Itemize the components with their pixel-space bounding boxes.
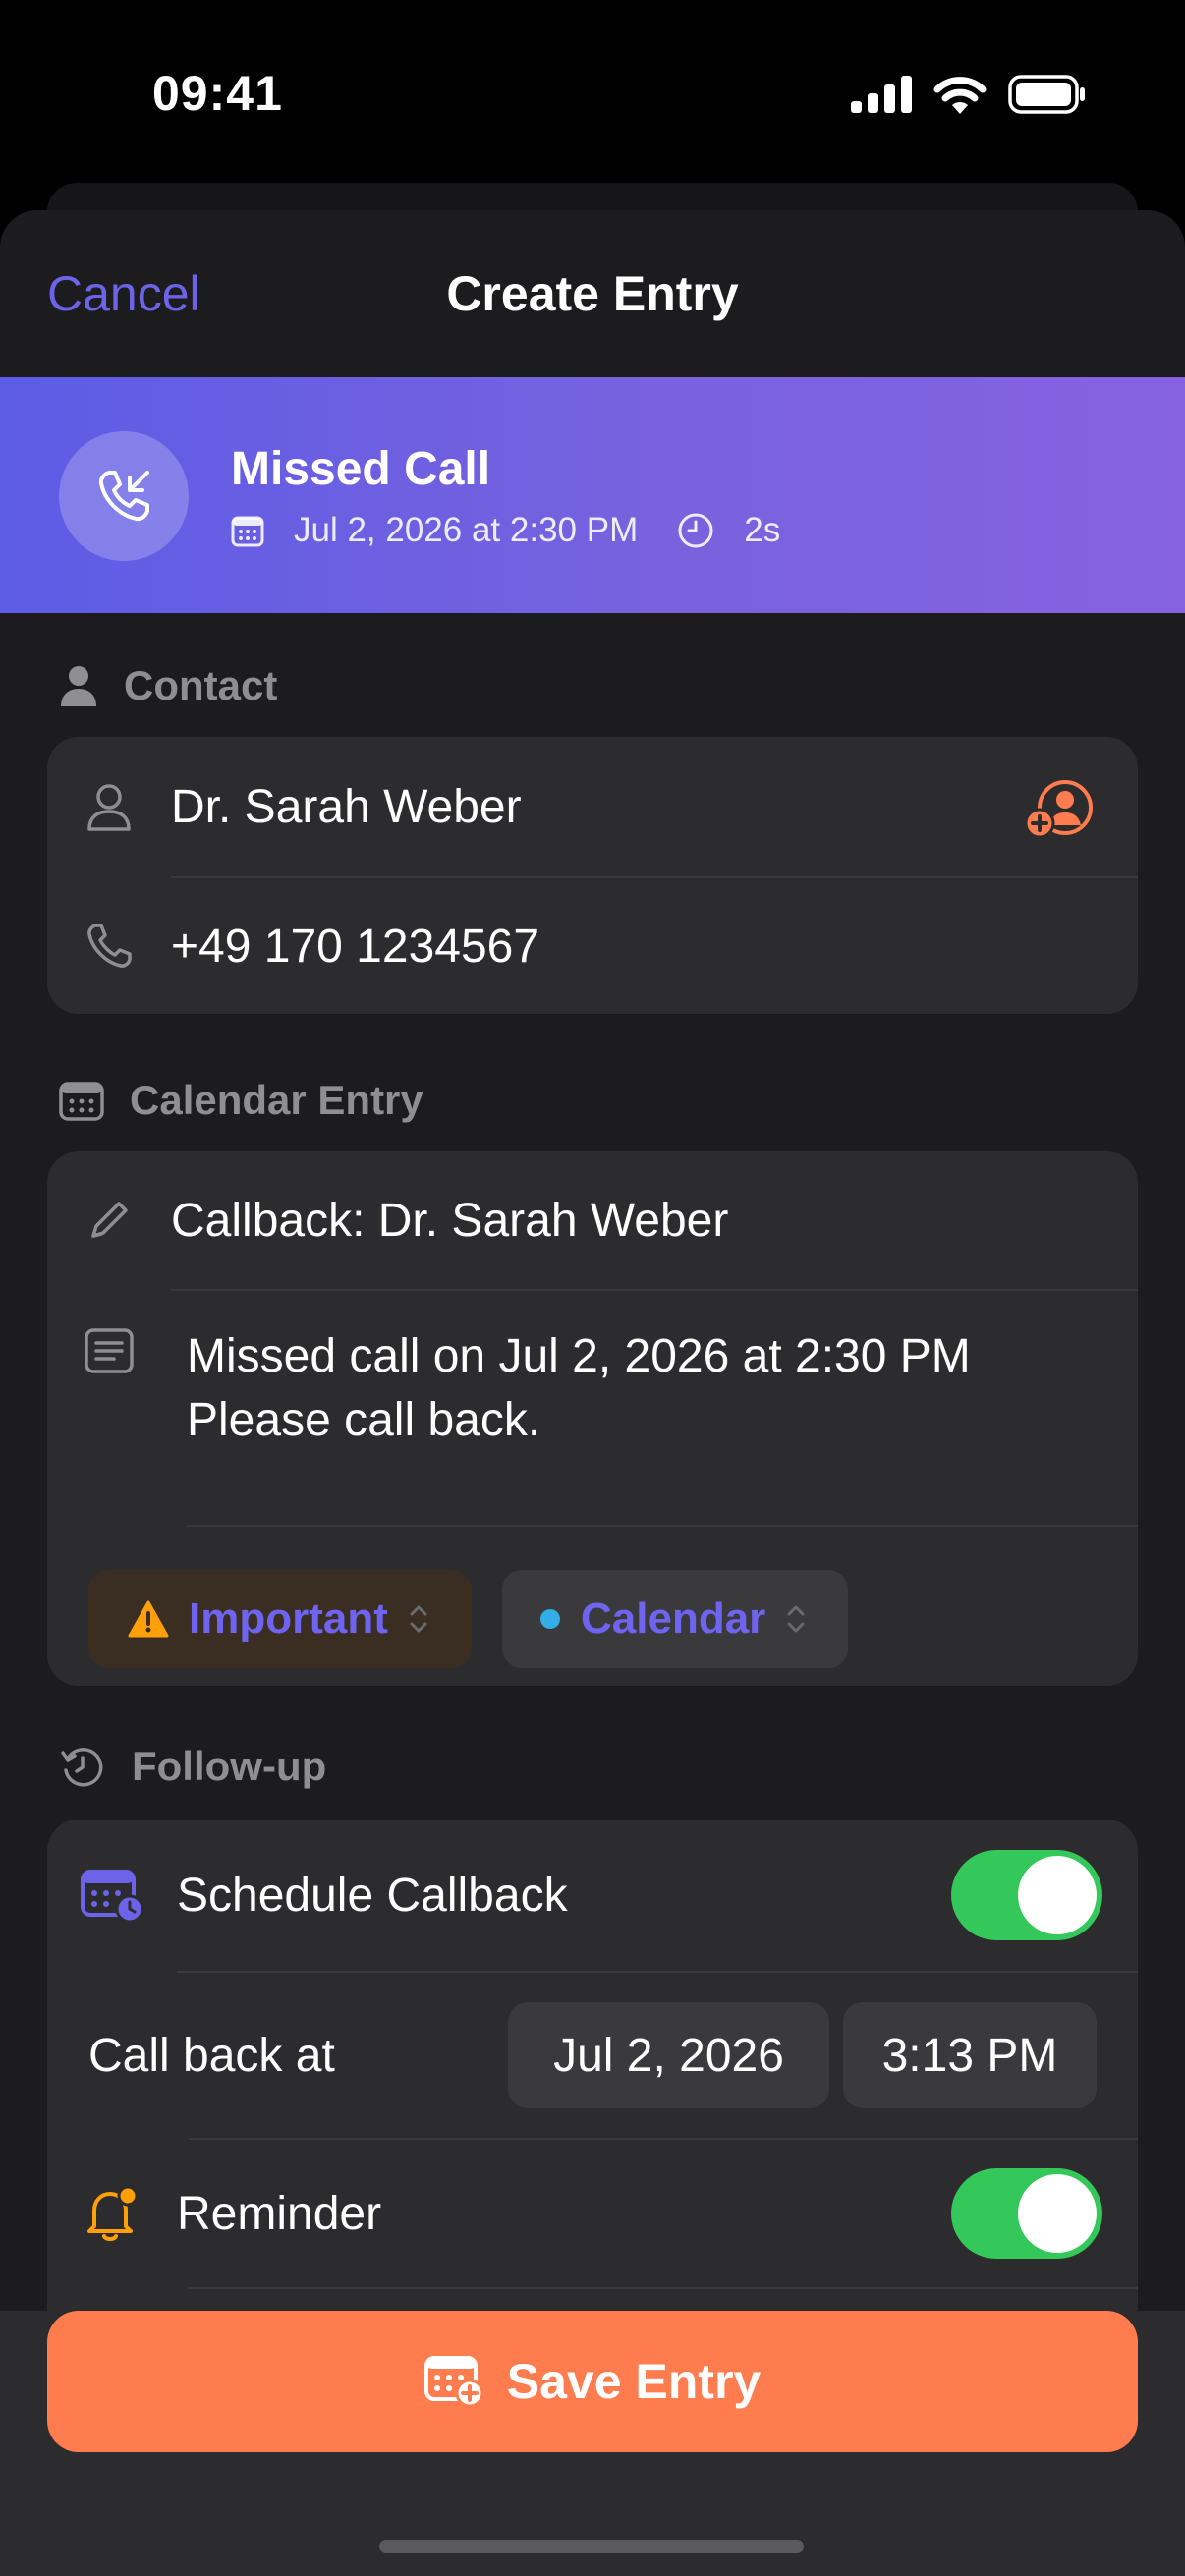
person-outline-icon	[87, 783, 131, 831]
create-entry-sheet: Cancel Create Entry Missed Call Jul 2, 2…	[0, 210, 1185, 2576]
divider	[189, 2287, 1138, 2289]
schedule-callback-toggle[interactable]	[951, 1850, 1102, 1940]
warning-icon	[128, 1600, 169, 1638]
callback-date-picker[interactable]: Jul 2, 2026	[508, 2002, 829, 2108]
status-icons	[851, 75, 1087, 114]
calendar-section-title: Calendar Entry	[130, 1077, 423, 1123]
entry-chips: Important Calendar	[47, 1570, 1138, 1668]
pencil-icon	[91, 1202, 128, 1238]
call-icon-badge	[59, 431, 189, 561]
call-banner: Missed Call Jul 2, 2026 at 2:30 PM 2s	[0, 377, 1185, 613]
contact-phone: +49 170 1234567	[171, 920, 540, 973]
followup-section-title: Follow-up	[132, 1743, 327, 1789]
priority-label: Important	[189, 1595, 388, 1643]
reminder-label: Reminder	[177, 2187, 382, 2240]
calendar-picker[interactable]: Calendar	[502, 1570, 848, 1668]
nav-bar: Cancel Create Entry	[0, 210, 1185, 377]
priority-picker[interactable]: Important	[88, 1570, 472, 1668]
bell-badge-icon	[87, 2185, 139, 2241]
entry-notes-field: Missed call on Jul 2, 2026 at 2:30 PM Pl…	[171, 1291, 971, 1452]
calendar-color-dot-icon	[540, 1609, 560, 1629]
status-time: 09:41	[152, 66, 283, 121]
home-indicator	[379, 2540, 804, 2553]
call-datetime: Jul 2, 2026 at 2:30 PM	[294, 511, 639, 549]
reminder-row: Reminder	[47, 2140, 1138, 2287]
contact-phone-row[interactable]: +49 170 1234567	[47, 878, 1138, 1014]
reminder-toggle[interactable]	[951, 2168, 1102, 2259]
calendar-section-header: Calendar Entry	[59, 1077, 423, 1124]
clock-icon	[678, 513, 713, 548]
calendar-label: Calendar	[581, 1595, 766, 1643]
chevron-updown-icon	[410, 1605, 427, 1633]
schedule-callback-row: Schedule Callback	[47, 1820, 1138, 1971]
incoming-call-icon	[98, 471, 149, 522]
notes-line-2: Please call back.	[187, 1394, 541, 1446]
page-title: Create Entry	[446, 266, 739, 321]
divider	[187, 1525, 1138, 1527]
schedule-callback-label: Schedule Callback	[177, 1869, 568, 1922]
contact-section-header: Contact	[59, 662, 277, 709]
add-contact-icon[interactable]	[1024, 778, 1095, 841]
entry-notes-row[interactable]: Missed call on Jul 2, 2026 at 2:30 PM Pl…	[47, 1291, 1138, 1525]
calendar-add-icon	[423, 2356, 484, 2408]
callback-time-picker[interactable]: 3:13 PM	[843, 2002, 1097, 2108]
history-icon	[61, 1748, 103, 1787]
note-icon	[85, 1328, 134, 1373]
contact-section-title: Contact	[124, 662, 278, 708]
battery-icon	[1008, 75, 1085, 114]
callback-at-row: Call back at Jul 2, 2026 3:13 PM	[47, 1973, 1138, 2138]
call-duration: 2s	[744, 511, 781, 549]
contact-card: Dr. Sarah Weber +49 170 1234567	[47, 737, 1138, 1014]
callback-at-label: Call back at	[88, 2029, 335, 2082]
person-icon	[61, 666, 96, 706]
status-bar: 09:41	[0, 0, 1185, 187]
save-entry-button[interactable]: Save Entry	[47, 2311, 1138, 2452]
save-entry-label: Save Entry	[506, 2354, 762, 2409]
contact-name: Dr. Sarah Weber	[171, 781, 522, 833]
call-meta: Jul 2, 2026 at 2:30 PM 2s	[231, 511, 780, 550]
entry-title-row[interactable]: Callback: Dr. Sarah Weber	[47, 1151, 1138, 1289]
call-type-title: Missed Call	[231, 443, 491, 495]
calendar-clock-icon	[81, 1870, 143, 1923]
wifi-icon	[933, 77, 987, 114]
notes-line-1: Missed call on Jul 2, 2026 at 2:30 PM	[187, 1330, 971, 1382]
followup-section-header: Follow-up	[59, 1743, 326, 1790]
chevron-updown-icon	[787, 1605, 805, 1633]
calendar-icon	[231, 516, 264, 547]
calendar-entry-card: Callback: Dr. Sarah Weber Missed call on…	[47, 1151, 1138, 1686]
calendar-icon	[59, 1082, 104, 1121]
cellular-signal-icon	[851, 76, 912, 113]
contact-name-row[interactable]: Dr. Sarah Weber	[47, 737, 1138, 877]
entry-title-field: Callback: Dr. Sarah Weber	[171, 1194, 729, 1247]
phone-icon	[87, 924, 132, 968]
